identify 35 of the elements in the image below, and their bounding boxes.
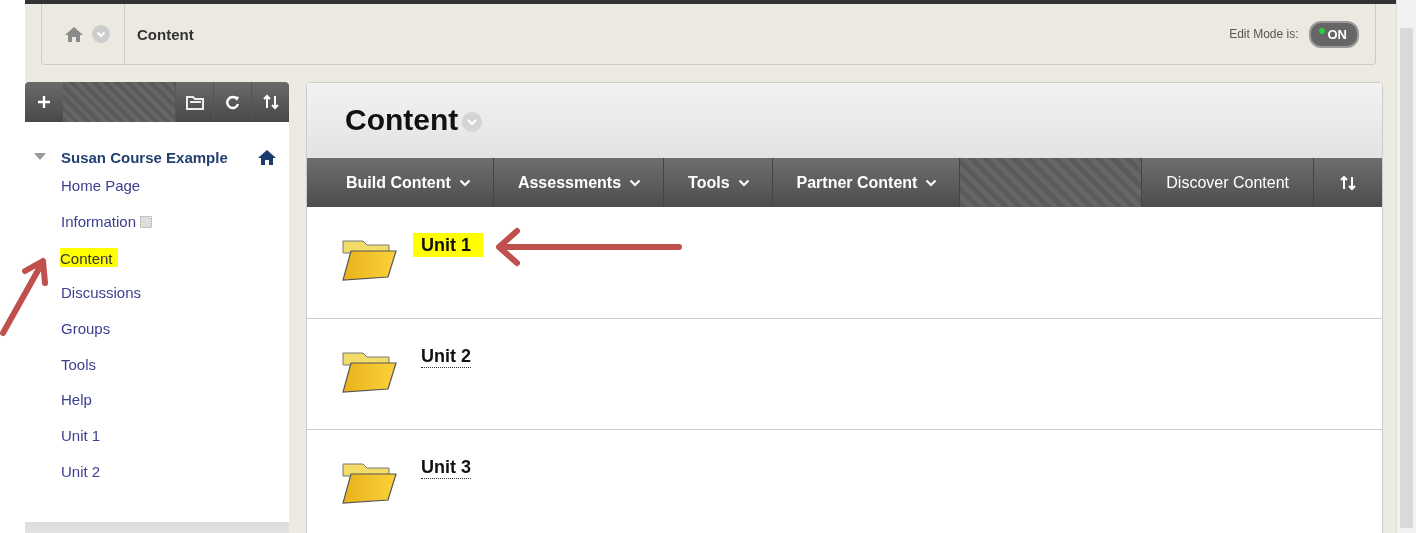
- folder-link[interactable]: Unit 2: [421, 344, 471, 368]
- breadcrumb-current: Content: [137, 25, 194, 43]
- chevron-icon: [629, 178, 642, 187]
- menu-button[interactable]: Tools: [664, 157, 773, 208]
- plus-icon: [37, 95, 51, 109]
- page-title: Content: [345, 103, 459, 138]
- scrollbar-thumb[interactable]: [1400, 28, 1413, 528]
- scrollbar[interactable]: [1396, 0, 1416, 533]
- home-icon[interactable]: [257, 148, 277, 166]
- chevron-icon: [458, 178, 471, 187]
- menu-link[interactable]: Home Page: [61, 177, 141, 195]
- discover-button[interactable]: Discover Content: [1141, 157, 1314, 208]
- menu-link[interactable]: Unit 2: [61, 462, 101, 480]
- menu-link[interactable]: Unit 1: [61, 427, 101, 445]
- refresh-icon: [225, 94, 240, 110]
- menu-link[interactable]: Discussions: [61, 284, 142, 302]
- course-title[interactable]: Susan Course Example: [61, 148, 257, 166]
- edit-mode-label: Edit Mode is:: [1229, 27, 1299, 41]
- folder-link[interactable]: Unit 3: [421, 455, 471, 479]
- menu-link[interactable]: Help: [61, 391, 92, 409]
- menu-link[interactable]: Information: [61, 213, 137, 231]
- menu-link[interactable]: Content: [60, 247, 118, 267]
- edit-mode-toggle[interactable]: ON: [1308, 20, 1359, 48]
- folder-icon: [341, 237, 397, 282]
- folder-icon: [185, 94, 204, 110]
- chevron-icon: [925, 178, 938, 187]
- folder-link[interactable]: Unit 1: [413, 233, 483, 258]
- sort-icon: [1340, 174, 1356, 191]
- chevron-icon: [737, 178, 750, 187]
- sort-icon: [262, 94, 279, 110]
- menu-link[interactable]: Groups: [61, 320, 111, 338]
- collapse-icon[interactable]: [33, 152, 47, 162]
- menu-link[interactable]: Tools: [61, 355, 97, 373]
- menu-button[interactable]: Assessments: [493, 157, 665, 208]
- menu-button[interactable]: Build Content: [307, 157, 494, 208]
